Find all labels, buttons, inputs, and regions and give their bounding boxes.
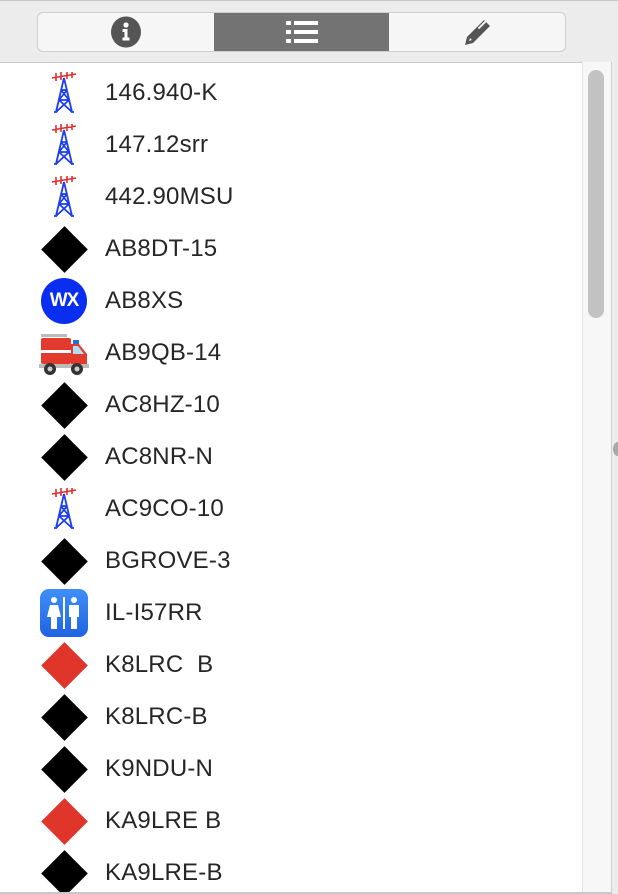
station-list-item[interactable]: AB8DT-15 — [0, 223, 582, 275]
info-icon — [110, 16, 141, 48]
radio-tower-icon — [39, 484, 89, 534]
fire-truck-icon — [39, 328, 89, 378]
station-list-item[interactable]: K8LRC-B — [0, 691, 582, 743]
station-list: 146.940-K 147.12srr 442.90MSU AB8DT-15 WX AB8… — [0, 62, 582, 894]
scrollbar-thumb[interactable] — [588, 70, 604, 318]
station-callsign: K9NDU-N — [105, 755, 214, 782]
info-segment-button[interactable] — [38, 13, 214, 51]
radio-tower-icon — [39, 120, 89, 170]
station-list-item[interactable]: 442.90MSU — [0, 171, 582, 223]
station-list-item[interactable]: KA9LRE-B — [0, 847, 582, 894]
station-callsign: AC8NR-N — [105, 443, 214, 470]
black-diamond-icon — [39, 848, 89, 894]
red-diamond-icon — [39, 640, 89, 690]
station-callsign: KA9LRE-B — [105, 859, 223, 886]
station-callsign: AC8HZ-10 — [105, 391, 220, 418]
station-list-item[interactable]: 146.940-K — [0, 67, 582, 119]
station-list-item[interactable]: IL-I57RR — [0, 587, 582, 639]
station-list-item[interactable]: AB9QB-14 — [0, 327, 582, 379]
station-callsign: AB9QB-14 — [105, 339, 222, 366]
list-icon — [285, 21, 318, 43]
split-view-handle[interactable] — [613, 442, 618, 456]
view-segmented-control — [37, 12, 566, 52]
black-diamond-icon — [39, 224, 89, 274]
station-list-item[interactable]: AC9CO-10 — [0, 483, 582, 535]
station-list-item[interactable]: BGROVE-3 — [0, 535, 582, 587]
station-list-item[interactable]: K9NDU-N — [0, 743, 582, 795]
station-list-item[interactable]: K8LRC B — [0, 639, 582, 691]
red-diamond-icon — [39, 796, 89, 846]
station-callsign: KA9LRE B — [105, 807, 222, 834]
station-callsign: 147.12srr — [105, 131, 209, 158]
station-list-item[interactable]: AC8HZ-10 — [0, 379, 582, 431]
wx-weather-icon: WX — [39, 276, 89, 326]
station-list-item[interactable]: 147.12srr — [0, 119, 582, 171]
list-segment-button[interactable] — [213, 13, 390, 51]
wx-badge-text: WX — [41, 278, 87, 324]
edit-segment-button[interactable] — [389, 13, 565, 51]
radio-tower-icon — [39, 172, 89, 222]
black-diamond-icon — [39, 536, 89, 586]
station-list-item[interactable]: KA9LRE B — [0, 795, 582, 847]
station-list-item[interactable]: AC8NR-N — [0, 431, 582, 483]
black-diamond-icon — [39, 744, 89, 794]
black-diamond-icon — [39, 380, 89, 430]
black-diamond-icon — [39, 692, 89, 742]
station-callsign: K8LRC B — [105, 651, 214, 678]
station-callsign: IL-I57RR — [105, 599, 203, 626]
pencil-icon — [465, 20, 491, 45]
black-diamond-icon — [39, 432, 89, 482]
station-callsign: K8LRC-B — [105, 703, 208, 730]
station-callsign: AC9CO-10 — [105, 495, 224, 522]
station-callsign: AB8XS — [105, 287, 184, 314]
window-top-border — [0, 0, 618, 1]
station-callsign: 146.940-K — [105, 79, 218, 106]
station-callsign: AB8DT-15 — [105, 235, 218, 262]
station-callsign: 442.90MSU — [105, 183, 234, 210]
restroom-icon — [39, 588, 89, 638]
radio-tower-icon — [39, 68, 89, 118]
list-scrollbar[interactable] — [582, 62, 612, 894]
station-list-item[interactable]: WX AB8XS — [0, 275, 582, 327]
station-callsign: BGROVE-3 — [105, 547, 231, 574]
